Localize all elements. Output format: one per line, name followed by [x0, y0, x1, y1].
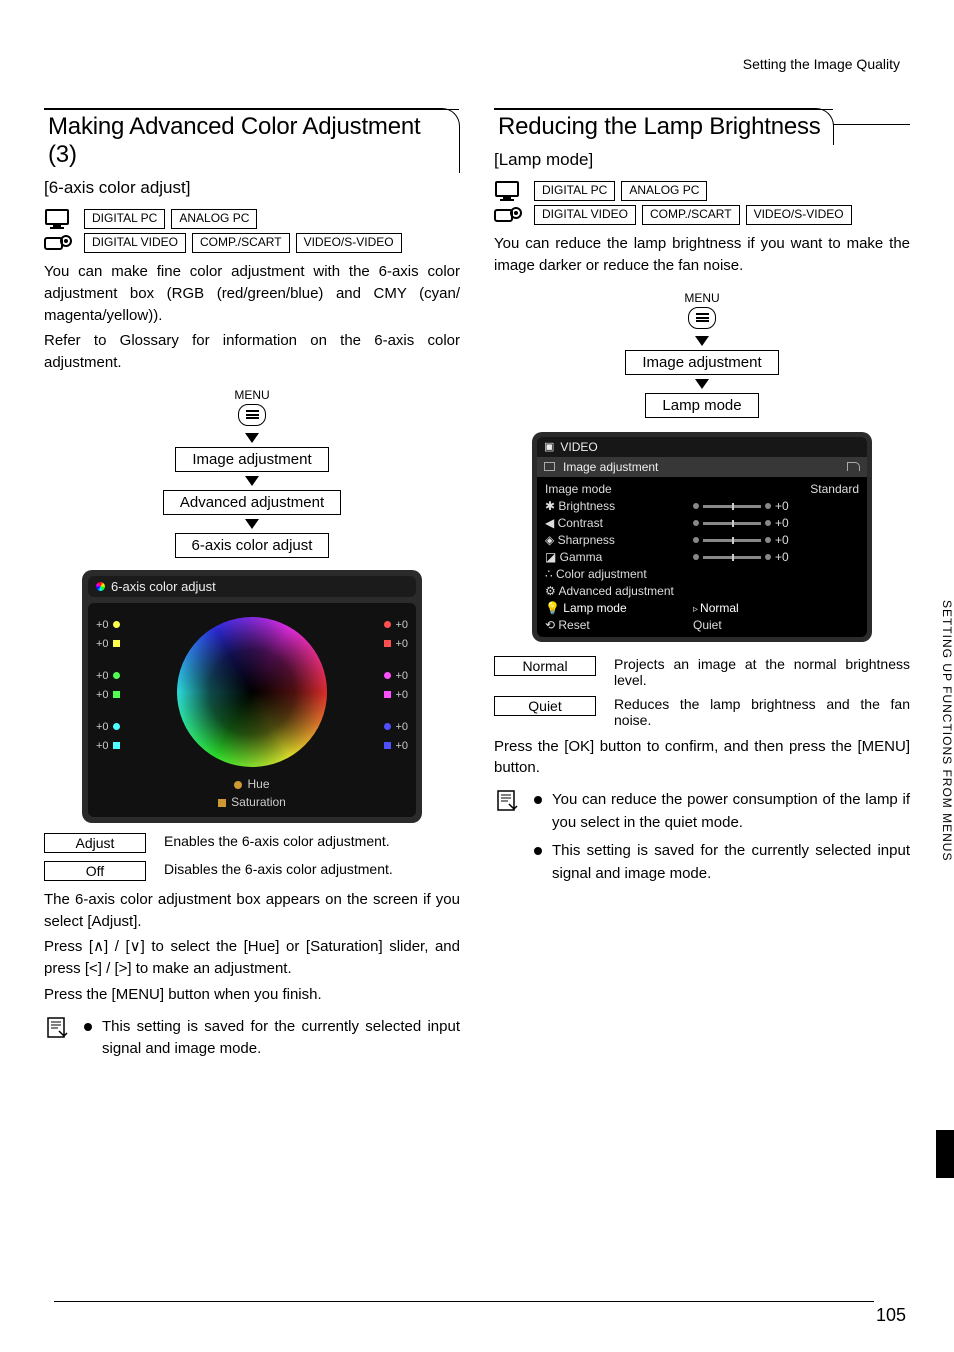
note-item: This setting is saved for the currently …: [534, 840, 910, 885]
option-adjust: Adjust: [44, 833, 146, 853]
option-desc: Reduces the lamp brightness and the fan …: [614, 696, 910, 728]
paragraph: Press [∧] / [∨] to select the [Hue] or […: [44, 936, 460, 980]
menu-button-icon: [688, 307, 716, 329]
option-quiet: Quiet: [494, 696, 596, 716]
section-subtitle: [Lamp mode]: [494, 150, 910, 170]
note-item: This setting is saved for the currently …: [84, 1016, 460, 1061]
page-number: 105: [876, 1305, 906, 1326]
paragraph: The 6-axis color adjustment box appears …: [44, 889, 460, 933]
paragraph: You can reduce the lamp brightness if yo…: [494, 233, 910, 277]
side-tab-marker: [936, 1130, 954, 1178]
legend-hue: Hue: [247, 777, 269, 791]
running-header: Setting the Image Quality: [44, 56, 910, 72]
badge-digital-pc: DIGITAL PC: [84, 209, 165, 229]
osd-sub: Image adjustment: [563, 460, 658, 474]
osd-menu-screenshot: ▣VIDEO Image adjustment Image modeStanda…: [532, 432, 872, 642]
paragraph: Refer to Glossary for information on the…: [44, 330, 460, 374]
menu-label: MENU: [234, 388, 269, 402]
monitor-icon: [494, 180, 524, 202]
option-desc: Disables the 6-axis color adjustment.: [164, 861, 460, 877]
left-column: Making Advanced Color Adjustment (3) [6-…: [44, 108, 460, 1067]
option-desc: Projects an image at the normal brightne…: [614, 656, 910, 688]
badge-video-svideo: VIDEO/S-VIDEO: [296, 233, 402, 253]
menu-step: Image adjustment: [175, 447, 328, 472]
badge-analog-pc: ANALOG PC: [171, 209, 257, 229]
arrow-down-icon: [695, 379, 709, 389]
monitor-icon: [44, 208, 74, 230]
return-icon: [847, 462, 860, 471]
menu-step: 6-axis color adjust: [175, 533, 330, 558]
right-column: Reducing the Lamp Brightness [Lamp mode]…: [494, 108, 910, 1067]
camcorder-icon: [494, 205, 524, 225]
section-subtitle: [6-axis color adjust]: [44, 178, 460, 198]
menu-button-icon: [238, 404, 266, 426]
paragraph: Press the [OK] button to confirm, and th…: [494, 736, 910, 780]
arrow-down-icon: [245, 433, 259, 443]
menu-step: Advanced adjustment: [163, 490, 341, 515]
osd-header: VIDEO: [560, 440, 597, 454]
badge-video-svideo: VIDEO/S-VIDEO: [746, 205, 852, 225]
badge-digital-pc: DIGITAL PC: [534, 181, 615, 201]
menu-label: MENU: [684, 291, 719, 305]
badge-comp-scart: COMP./SCART: [642, 205, 740, 225]
arrow-down-icon: [245, 519, 259, 529]
section-title: Making Advanced Color Adjustment (3): [44, 108, 460, 173]
menu-step: Lamp mode: [645, 393, 758, 418]
note-item: You can reduce the power consumption of …: [534, 789, 910, 834]
badge-comp-scart: COMP./SCART: [192, 233, 290, 253]
note-icon: [44, 1016, 70, 1045]
legend-saturation: Saturation: [231, 795, 286, 809]
menu-path: MENU Image adjustment Lamp mode: [494, 291, 910, 418]
adjust-title: 6-axis color adjust: [111, 579, 216, 594]
badge-digital-video: DIGITAL VIDEO: [534, 205, 636, 225]
option-normal: Normal: [494, 656, 596, 676]
paragraph: You can make fine color adjustment with …: [44, 261, 460, 326]
section-title: Reducing the Lamp Brightness: [494, 108, 834, 145]
note-icon: [494, 789, 520, 818]
side-tab-label: SETTING UP FUNCTIONS FROM MENUS: [940, 600, 954, 861]
badge-digital-video: DIGITAL VIDEO: [84, 233, 186, 253]
arrow-down-icon: [695, 336, 709, 346]
option-off: Off: [44, 861, 146, 881]
badge-analog-pc: ANALOG PC: [621, 181, 707, 201]
camera-icon: ▣: [544, 440, 554, 453]
color-adjust-screenshot: 6-axis color adjust +0 +0 +0 +0 +0 +0 +0: [82, 570, 422, 823]
camcorder-icon: [44, 233, 74, 253]
option-desc: Enables the 6-axis color adjustment.: [164, 833, 460, 849]
menu-path: MENU Image adjustment Advanced adjustmen…: [44, 388, 460, 558]
paragraph: Press the [MENU] button when you finish.: [44, 984, 460, 1006]
menu-step: Image adjustment: [625, 350, 778, 375]
arrow-down-icon: [245, 476, 259, 486]
footer-rule: [54, 1301, 874, 1302]
